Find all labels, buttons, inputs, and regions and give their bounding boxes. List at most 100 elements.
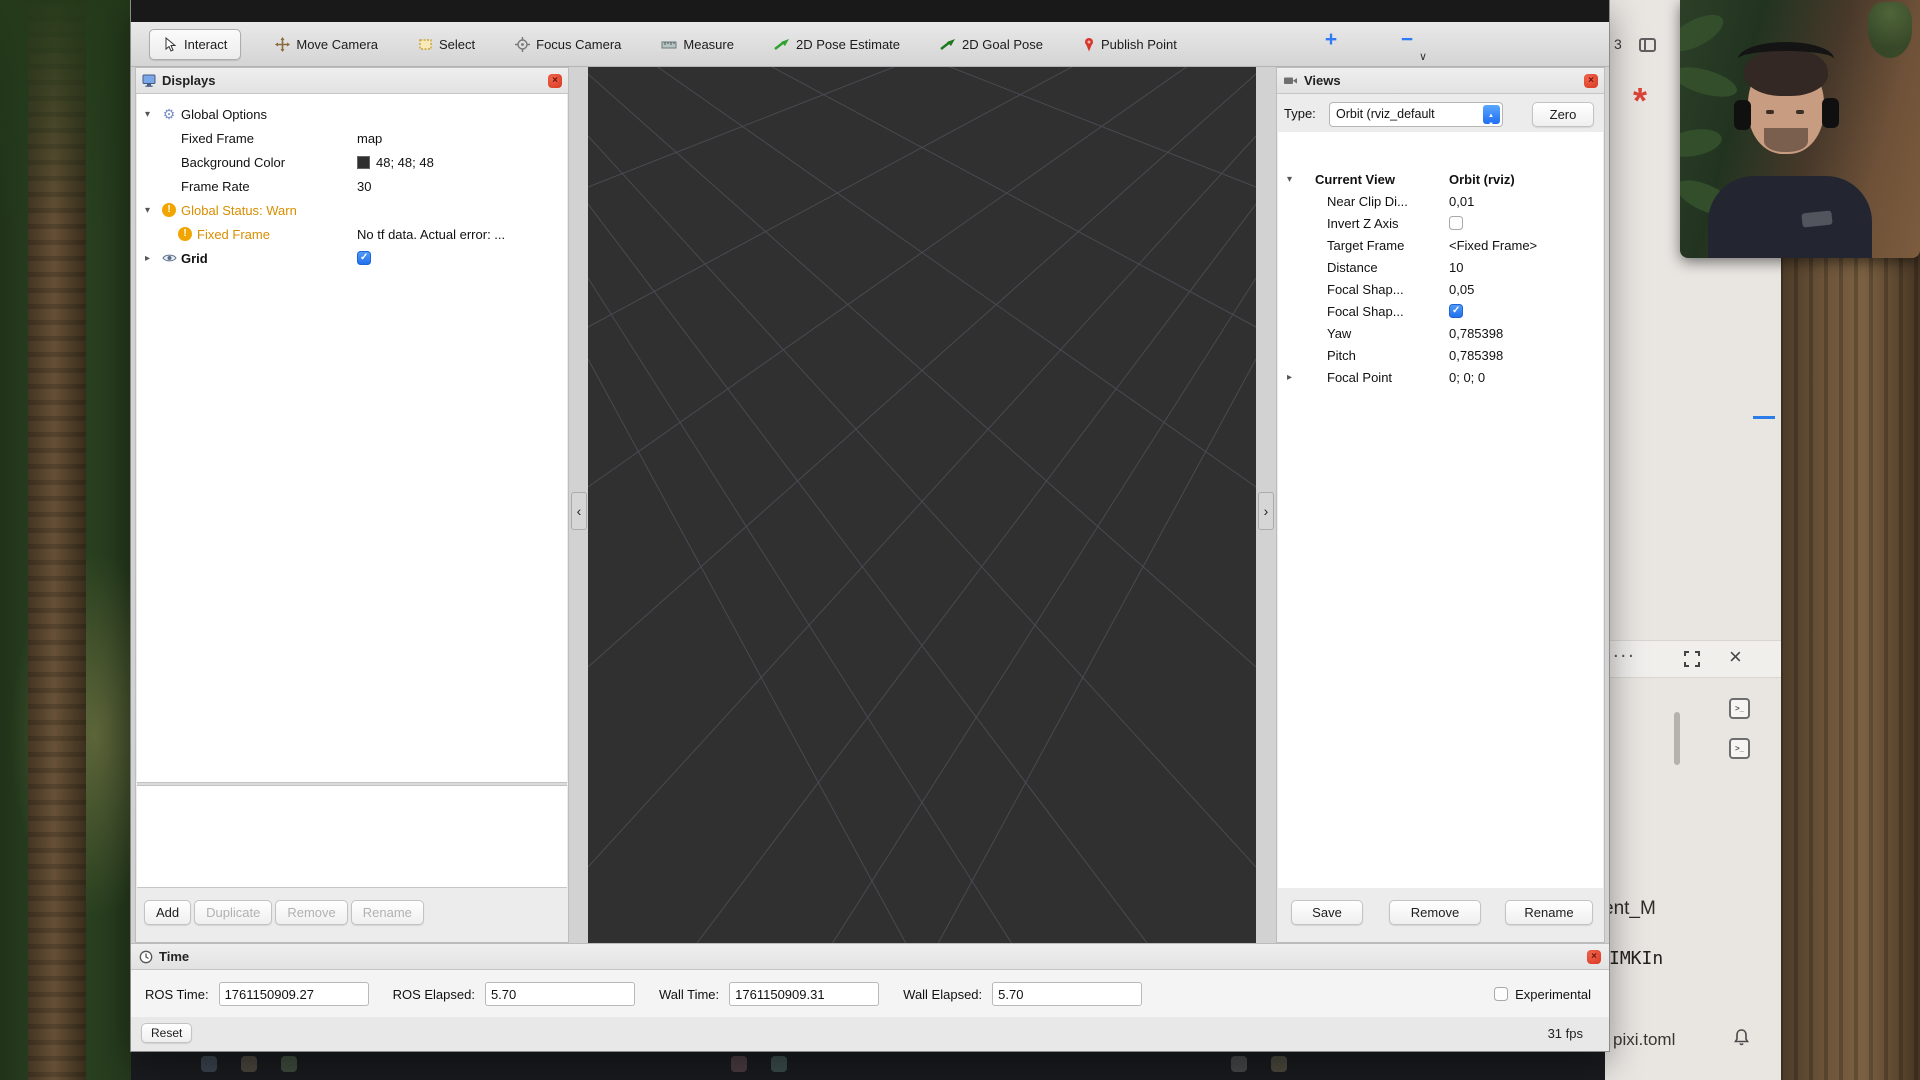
property-value[interactable]: 0,785398 [1449, 348, 1600, 363]
tree-row-fixed-frame[interactable]: Fixed Frame map [137, 126, 567, 150]
dock-icon[interactable] [731, 1056, 747, 1072]
wall-elapsed-input[interactable] [992, 982, 1142, 1006]
terminal-icon[interactable] [1729, 738, 1750, 759]
remove-tool-button[interactable]: − [1395, 28, 1419, 52]
views-panel-header[interactable]: Views [1277, 68, 1604, 94]
dock-icon[interactable] [771, 1056, 787, 1072]
duplicate-display-button[interactable]: Duplicate [194, 900, 272, 925]
more-options-icon[interactable]: ... [1613, 640, 1636, 663]
close-panel-button[interactable] [548, 74, 562, 88]
wall-time-input[interactable] [729, 982, 879, 1006]
view-row-current-view[interactable]: ▾ Current View Orbit (rviz) [1278, 168, 1603, 190]
dock-icon[interactable] [281, 1056, 297, 1072]
dock-icon[interactable] [1271, 1056, 1287, 1072]
remove-display-button[interactable]: Remove [275, 900, 347, 925]
view-row-yaw[interactable]: Yaw 0,785398 [1278, 322, 1603, 344]
displays-panel-header[interactable]: Displays [136, 68, 568, 94]
invert-z-checkbox[interactable] [1449, 216, 1463, 230]
experimental-checkbox[interactable] [1494, 987, 1508, 1001]
color-value-text: 48; 48; 48 [376, 155, 434, 170]
rename-view-button[interactable]: Rename [1505, 900, 1593, 925]
reset-button[interactable]: Reset [141, 1023, 192, 1043]
person-torso [1708, 176, 1872, 258]
view-row-focal-point[interactable]: ▸ Focal Point 0; 0; 0 [1278, 366, 1603, 388]
expander-caret[interactable]: ▾ [137, 205, 159, 216]
color-swatch [357, 156, 370, 169]
view-row-focal-shape-size[interactable]: Focal Shap... 0,05 [1278, 278, 1603, 300]
view-row-pitch[interactable]: Pitch 0,785398 [1278, 344, 1603, 366]
add-tool-button[interactable]: + [1319, 28, 1343, 52]
dock-icon[interactable] [241, 1056, 257, 1072]
property-value[interactable]: 0,05 [1449, 282, 1600, 297]
enabled-checkbox[interactable] [357, 251, 371, 265]
scrollbar-thumb[interactable] [1674, 712, 1680, 765]
person-beard [1764, 128, 1808, 152]
add-display-button[interactable]: Add [144, 900, 191, 925]
tool-measure[interactable]: Measure [655, 30, 740, 59]
property-value: Orbit (rviz) [1449, 172, 1600, 187]
fullscreen-icon[interactable] [1683, 650, 1701, 668]
view-type-value: Orbit (rviz_default [1336, 107, 1435, 121]
tool-move-camera[interactable]: Move Camera [269, 30, 384, 59]
file-tab-pixi-toml[interactable]: pixi.toml [1613, 1030, 1675, 1050]
tool-2d-goal-pose[interactable]: 2D Goal Pose [934, 30, 1049, 59]
property-value[interactable]: 30 [357, 179, 563, 194]
tool-select[interactable]: Select [412, 30, 481, 59]
collapse-right-panel-handle[interactable]: › [1258, 492, 1274, 530]
window-titlebar[interactable] [131, 0, 1609, 22]
focal-shape-checkbox[interactable] [1449, 304, 1463, 318]
tool-focus-camera[interactable]: Focus Camera [509, 30, 627, 59]
save-view-button[interactable]: Save [1291, 900, 1363, 925]
property-value[interactable]: map [357, 131, 563, 146]
sidebar-toggle-icon[interactable] [1639, 38, 1656, 52]
tree-row-background-color[interactable]: Background Color 48; 48; 48 [137, 150, 567, 174]
tree-row-frame-rate[interactable]: Frame Rate 30 [137, 174, 567, 198]
bell-icon[interactable] [1733, 1028, 1750, 1046]
time-panel-header[interactable]: Time [131, 944, 1609, 970]
expander-caret[interactable]: ▸ [137, 253, 159, 264]
close-panel-button[interactable] [1584, 74, 1598, 88]
rename-display-button[interactable]: Rename [351, 900, 424, 925]
expander-caret[interactable]: ▸ [1278, 372, 1296, 383]
property-value[interactable]: 0,785398 [1449, 326, 1600, 341]
tool-label: 2D Goal Pose [962, 37, 1043, 52]
property-value[interactable]: 0; 0; 0 [1449, 370, 1600, 385]
close-icon[interactable]: × [1729, 644, 1742, 670]
zero-button[interactable]: Zero [1532, 102, 1594, 127]
property-value[interactable]: 48; 48; 48 [357, 155, 563, 170]
property-name: Grid [179, 251, 208, 266]
tree-row-global-status[interactable]: ▾ Global Status: Warn [137, 198, 567, 222]
tree-row-grid[interactable]: ▸ Grid [137, 246, 567, 270]
tree-row-status-fixed-frame[interactable]: Fixed Frame No tf data. Actual error: ..… [137, 222, 567, 246]
expander-caret[interactable]: ▾ [1278, 174, 1296, 185]
tool-interact[interactable]: Interact [149, 29, 241, 60]
view-row-target-frame[interactable]: Target Frame <Fixed Frame> [1278, 234, 1603, 256]
close-panel-button[interactable] [1587, 950, 1601, 964]
tool-2d-pose-estimate[interactable]: 2D Pose Estimate [768, 30, 906, 59]
dock-icon[interactable] [1231, 1056, 1247, 1072]
view-row-near-clip[interactable]: Near Clip Di... 0,01 [1278, 190, 1603, 212]
plant-leaf [1680, 125, 1724, 161]
ros-time-input[interactable] [219, 982, 369, 1006]
view-type-dropdown[interactable]: Orbit (rviz_default [1329, 102, 1503, 127]
chevron-down-icon[interactable]: ∨ [1419, 50, 1427, 63]
expander-caret[interactable]: ▾ [137, 109, 159, 120]
property-value[interactable]: <Fixed Frame> [1449, 238, 1600, 253]
tool-publish-point[interactable]: Publish Point [1077, 30, 1183, 59]
panel-title: Views [1304, 73, 1578, 88]
property-value[interactable]: 0,01 [1449, 194, 1600, 209]
view-row-invert-z[interactable]: Invert Z Axis [1278, 212, 1603, 234]
render-viewport[interactable] [588, 67, 1256, 943]
dock-icon[interactable] [201, 1056, 217, 1072]
view-row-distance[interactable]: Distance 10 [1278, 256, 1603, 278]
tool-label: Move Camera [296, 37, 378, 52]
time-panel: Time ROS Time: ROS Elapsed: Wall Time: W… [131, 943, 1609, 1017]
view-row-focal-shape-fixed[interactable]: Focal Shap... [1278, 300, 1603, 322]
remove-view-button[interactable]: Remove [1389, 900, 1481, 925]
ros-elapsed-input[interactable] [485, 982, 635, 1006]
tree-row-global-options[interactable]: ▾ ⚙ Global Options [137, 102, 567, 126]
property-value[interactable]: 10 [1449, 260, 1600, 275]
collapse-left-panel-handle[interactable]: ‹ [571, 492, 587, 530]
dropdown-stepper-icon[interactable] [1483, 105, 1500, 124]
terminal-icon[interactable] [1729, 698, 1750, 719]
